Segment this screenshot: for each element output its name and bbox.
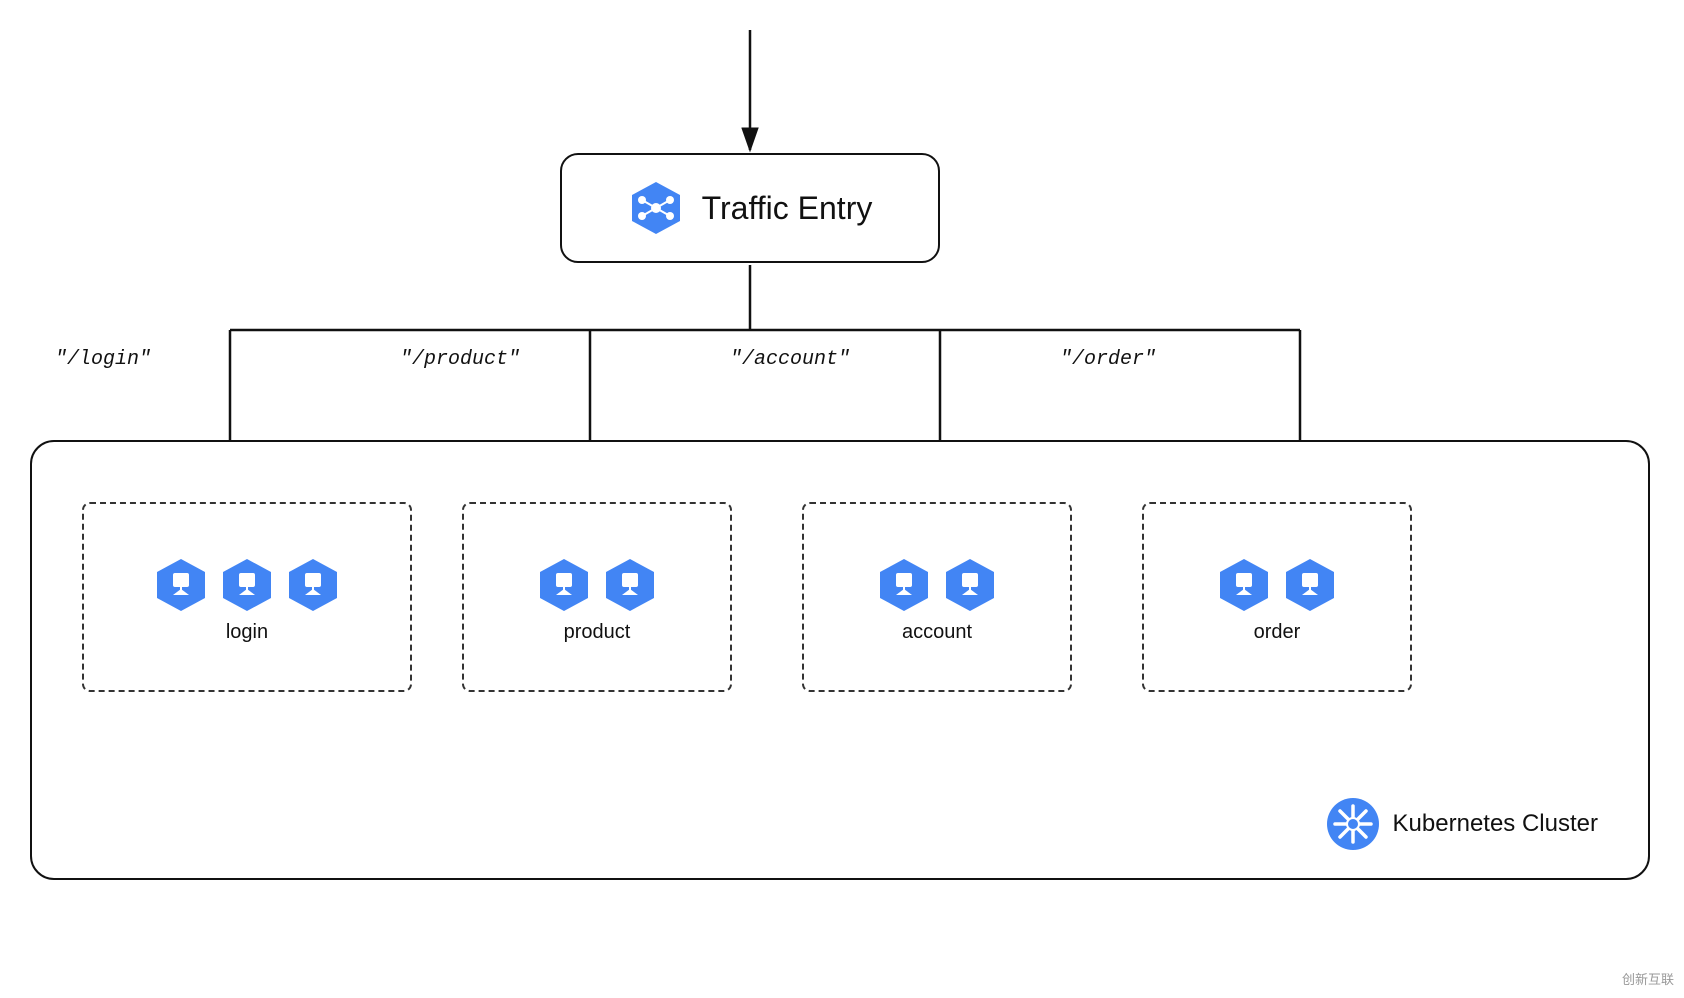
- product-service-label: product: [564, 621, 631, 654]
- traffic-entry-node: Traffic Entry: [560, 153, 940, 263]
- login-pod-1: [153, 557, 209, 613]
- product-pod-2: [602, 557, 658, 613]
- diagram-container: Traffic Entry "/login" "/product" "/acco…: [0, 0, 1684, 998]
- order-pods: [1200, 541, 1354, 621]
- account-pod-2: [942, 557, 998, 613]
- account-service-box: account: [802, 502, 1072, 692]
- route-order: "/order": [1060, 348, 1156, 371]
- route-product: "/product": [400, 348, 520, 371]
- login-service-box: login: [82, 502, 412, 692]
- order-service-label: order: [1254, 621, 1301, 654]
- cluster-label-container: Kubernetes Cluster: [1327, 798, 1598, 850]
- cluster-label-text: Kubernetes Cluster: [1393, 810, 1598, 838]
- account-pod-1: [876, 557, 932, 613]
- login-service-label: login: [226, 621, 268, 654]
- login-pod-2: [219, 557, 275, 613]
- k8s-cluster-box: login product: [30, 440, 1650, 880]
- account-service-label: account: [902, 621, 972, 654]
- order-pod-2: [1282, 557, 1338, 613]
- route-account: "/account": [730, 348, 850, 371]
- watermark: 创新互联: [1622, 969, 1674, 988]
- account-pods: [860, 541, 1014, 621]
- login-pod-3: [285, 557, 341, 613]
- order-service-box: order: [1142, 502, 1412, 692]
- kubernetes-icon: [1327, 798, 1379, 850]
- product-service-box: product: [462, 502, 732, 692]
- route-login: "/login": [55, 348, 151, 371]
- traffic-entry-icon: [628, 180, 684, 236]
- product-pod-1: [536, 557, 592, 613]
- traffic-entry-label: Traffic Entry: [702, 190, 873, 227]
- product-pods: [520, 541, 674, 621]
- login-pods: [137, 541, 357, 621]
- order-pod-1: [1216, 557, 1272, 613]
